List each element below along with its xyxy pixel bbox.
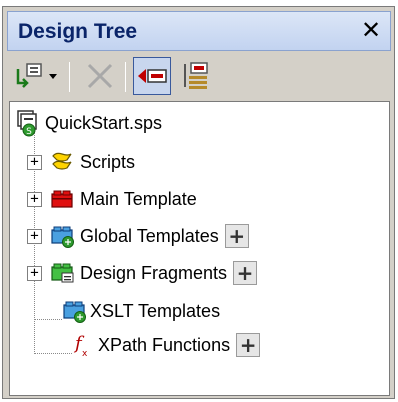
move-left-icon — [138, 69, 167, 83]
expand-toggle[interactable]: + — [27, 266, 42, 281]
tree-item-xpath-functions[interactable]: f x XPath Functions + — [72, 328, 261, 362]
expand-toggle[interactable]: + — [27, 155, 42, 170]
toolbar-separator — [125, 62, 126, 92]
tree-item-label: Scripts — [80, 151, 136, 172]
toolbar — [7, 53, 391, 99]
tree-item-label: XPath Functions — [98, 334, 231, 355]
tree-item-label: XSLT Templates — [90, 300, 221, 321]
scripts-icon — [52, 152, 72, 170]
sps-file-icon: S — [17, 110, 37, 137]
expand-toggle[interactable]: + — [27, 229, 42, 244]
tree-item-design-fragments[interactable]: Design Fragments + — [50, 256, 258, 290]
design-tree: S QuickStart.sps + Scripts + Main Templa… — [9, 101, 390, 396]
move-left-button[interactable] — [133, 57, 171, 95]
show-all-items-icon — [184, 62, 208, 89]
tree-root-label: QuickStart.sps — [45, 112, 163, 133]
chevron-down-icon — [49, 74, 57, 79]
show-all-items-button[interactable] — [177, 57, 215, 95]
svg-text:x: x — [82, 349, 88, 359]
xpath-functions-icon: f x — [73, 333, 88, 359]
panel-titlebar: Design Tree ✕ — [7, 11, 391, 51]
tree-item-label: Main Template — [80, 188, 197, 209]
add-design-item-icon — [16, 63, 57, 88]
tree-item-label: Design Fragments — [80, 262, 228, 283]
tree-connector — [34, 319, 62, 320]
design-tree-panel: Design Tree ✕ S QuickStart.sps + Scripts… — [2, 6, 395, 399]
toolbar-separator — [69, 62, 70, 92]
tree-item-label: Global Templates — [80, 225, 219, 246]
tree-connector — [34, 353, 72, 354]
svg-text:S: S — [26, 127, 32, 137]
expand-toggle[interactable]: + — [27, 192, 42, 207]
xslt-templates-icon — [63, 301, 86, 323]
add-design-fragment-button[interactable]: + — [233, 261, 258, 285]
tree-item-scripts[interactable]: Scripts — [50, 145, 135, 179]
tree-item-global-templates[interactable]: Global Templates + — [50, 219, 249, 253]
add-xpath-function-button[interactable]: + — [236, 333, 261, 357]
delete-button[interactable] — [81, 57, 119, 95]
tree-item-main-template[interactable]: Main Template — [50, 182, 197, 216]
add-global-template-button[interactable]: + — [224, 224, 249, 248]
main-template-icon — [51, 190, 73, 208]
global-templates-icon — [51, 226, 74, 248]
tree-root-node[interactable]: S QuickStart.sps — [16, 106, 162, 140]
add-design-item-button[interactable] — [13, 57, 61, 95]
delete-icon — [87, 63, 113, 89]
close-icon[interactable]: ✕ — [358, 16, 384, 44]
tree-item-xslt-templates[interactable]: XSLT Templates — [62, 294, 220, 328]
design-fragments-icon — [51, 263, 74, 283]
panel-title: Design Tree — [18, 20, 138, 43]
